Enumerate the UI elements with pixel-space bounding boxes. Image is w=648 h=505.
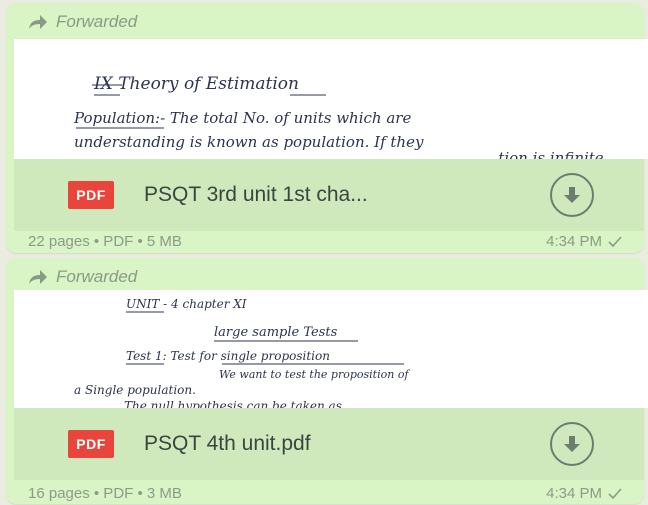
preview-line: large sample Tests <box>214 325 338 340</box>
forward-arrow-icon <box>29 270 47 284</box>
document-preview[interactable]: UNIT - 4 chapter XI large sample Tests T… <box>14 290 648 408</box>
preview-line: a Single population. <box>74 383 196 397</box>
forwarded-label: Forwarded <box>56 12 138 31</box>
forward-arrow-icon <box>29 15 47 29</box>
preview-line: understanding is known as population. If… <box>74 133 424 151</box>
preview-line: IX Theory of Estimation <box>93 74 299 94</box>
check-icon <box>608 488 622 499</box>
document-preview[interactable]: IX Theory of Estimation Population:- The… <box>14 39 648 159</box>
preview-line: ...tion is infinite, <box>484 149 608 159</box>
document-bar[interactable]: PDF PSQT 4th unit.pdf <box>14 408 644 480</box>
file-name[interactable]: PSQT 3rd unit 1st cha... <box>144 183 550 207</box>
forwarded-label: Forwarded <box>56 267 138 286</box>
file-name[interactable]: PSQT 4th unit.pdf <box>144 432 550 456</box>
download-icon <box>564 187 580 203</box>
preview-line: Test 1: Test for single proposition <box>126 349 330 363</box>
forwarded-indicator: Forwarded <box>28 11 137 33</box>
pdf-file-icon: PDF <box>68 430 114 458</box>
preview-line: UNIT - 4 chapter XI <box>126 297 247 311</box>
download-icon <box>564 436 580 452</box>
forwarded-indicator: Forwarded <box>28 266 137 288</box>
message-bubble[interactable]: Forwarded IX Theory of Estimation Popula… <box>6 3 648 253</box>
preview-line: Population:- The total No. of units whic… <box>73 109 411 127</box>
file-meta: 16 pages • PDF • 3 MB <box>28 485 182 502</box>
message-time: 4:34 PM <box>546 233 622 250</box>
pdf-file-icon: PDF <box>68 181 114 209</box>
time-label: 4:34 PM <box>546 485 602 502</box>
check-icon <box>608 236 622 247</box>
time-label: 4:34 PM <box>546 233 602 250</box>
preview-line: We want to test the proposition of <box>219 368 410 381</box>
download-button[interactable] <box>550 422 594 466</box>
download-button[interactable] <box>550 173 594 217</box>
preview-line: The null hypothesis can be taken as <box>124 399 342 408</box>
document-bar[interactable]: PDF PSQT 3rd unit 1st cha... <box>14 159 644 231</box>
message-bubble[interactable]: Forwarded UNIT - 4 chapter XI large samp… <box>6 258 648 504</box>
message-time: 4:34 PM <box>546 485 622 502</box>
file-meta: 22 pages • PDF • 5 MB <box>28 233 182 250</box>
